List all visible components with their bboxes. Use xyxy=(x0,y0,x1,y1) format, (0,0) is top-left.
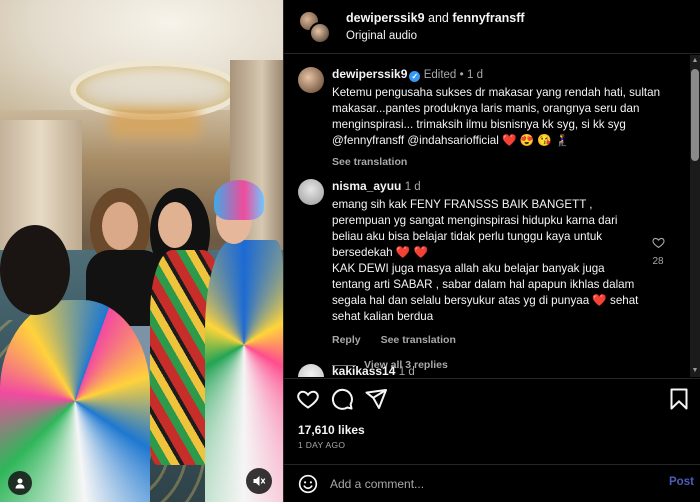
edited-label: Edited xyxy=(423,69,457,81)
comment-composer: Post xyxy=(284,464,700,502)
audio-link[interactable]: Original audio xyxy=(346,29,525,44)
person-headscarf xyxy=(214,180,264,220)
verified-badge-icon: ✓ xyxy=(409,71,421,82)
likes-count[interactable]: 17,610 likes xyxy=(298,423,365,437)
user-icon xyxy=(15,478,25,489)
emoji-button[interactable] xyxy=(298,474,318,494)
comment-item: nisma_ayuu 1 d emang sih kak FENY FRANSS… xyxy=(298,179,678,371)
mute-button[interactable] xyxy=(246,468,272,494)
comment-icon xyxy=(331,388,353,410)
post-actions: 17,610 likes 1 DAY AGO Post xyxy=(284,378,700,502)
comment-like-count: 28 xyxy=(652,256,664,267)
save-button[interactable] xyxy=(667,387,691,411)
username-link[interactable]: dewiperssik9 xyxy=(332,67,407,81)
comment-header: kakikass14 1 d xyxy=(332,364,678,377)
bookmark-icon xyxy=(670,388,688,410)
smiley-icon xyxy=(298,474,318,494)
caption-header: dewiperssik9 ✓ Edited • 1 d xyxy=(332,67,678,83)
author-link[interactable]: fennyfransff xyxy=(452,11,524,25)
reply-link[interactable]: Reply xyxy=(332,334,361,346)
comments-scrollbar[interactable]: ▲ ▼ xyxy=(690,55,700,377)
person-dress xyxy=(205,240,283,502)
comment-button[interactable] xyxy=(330,387,354,411)
speaker-muted-icon xyxy=(253,476,266,486)
post-panel: dewiperssik9 and fennyfransff Original a… xyxy=(283,0,700,502)
comment-item: kakikass14 1 d xyxy=(298,364,678,377)
avatar[interactable] xyxy=(298,179,324,205)
avatar[interactable] xyxy=(298,364,324,377)
comment-time: 1 d xyxy=(404,181,421,193)
username-link[interactable]: nisma_ayuu xyxy=(332,179,401,193)
reel-video[interactable] xyxy=(0,0,283,502)
comment-input[interactable] xyxy=(330,473,650,495)
post-timestamp: 1 DAY AGO xyxy=(298,440,346,450)
comment-time: 1 d xyxy=(398,366,415,377)
avatar xyxy=(309,21,331,44)
tagged-users-button[interactable] xyxy=(8,471,32,495)
comment-like[interactable]: 28 xyxy=(646,236,670,267)
heart-outline-icon xyxy=(651,237,665,249)
post-button[interactable]: Post xyxy=(669,476,694,488)
caption-text: Ketemu pengusaha sukses dr makasar yang … xyxy=(332,86,664,147)
caption-time: 1 d xyxy=(467,69,484,81)
scene-light xyxy=(110,108,200,138)
meta-dot: • xyxy=(459,69,464,81)
person-face xyxy=(158,202,192,248)
comment-text: emang sih kak FENY FRANSSS BAIK BANGETT … xyxy=(332,198,639,323)
heart-icon xyxy=(297,390,319,409)
person-hair xyxy=(0,225,70,315)
comment-actions: Reply See translation xyxy=(332,334,678,346)
person-face xyxy=(102,202,138,250)
comment-header: nisma_ayuu 1 d xyxy=(332,179,678,195)
see-translation-link[interactable]: See translation xyxy=(381,334,456,346)
comments-list[interactable]: dewiperssik9 ✓ Edited • 1 d Ketemu pengus… xyxy=(284,55,689,377)
action-icons xyxy=(296,387,691,413)
collab-avatars[interactable] xyxy=(298,9,332,44)
post-header: dewiperssik9 and fennyfransff Original a… xyxy=(284,0,700,54)
collab-joiner: and xyxy=(428,10,449,25)
scroll-up-icon[interactable]: ▲ xyxy=(691,57,699,65)
avatar[interactable] xyxy=(298,67,324,93)
username-link[interactable]: kakikass14 xyxy=(332,364,395,377)
like-button[interactable] xyxy=(296,387,320,411)
scroll-down-icon[interactable]: ▼ xyxy=(691,367,699,375)
collab-names: dewiperssik9 and fennyfransff xyxy=(346,10,525,26)
share-icon xyxy=(365,389,387,409)
see-translation-link[interactable]: See translation xyxy=(332,156,678,168)
author-link[interactable]: dewiperssik9 xyxy=(346,11,425,25)
caption: dewiperssik9 ✓ Edited • 1 d Ketemu pengus… xyxy=(298,67,678,177)
share-button[interactable] xyxy=(364,387,388,411)
scroll-thumb[interactable] xyxy=(691,69,699,161)
